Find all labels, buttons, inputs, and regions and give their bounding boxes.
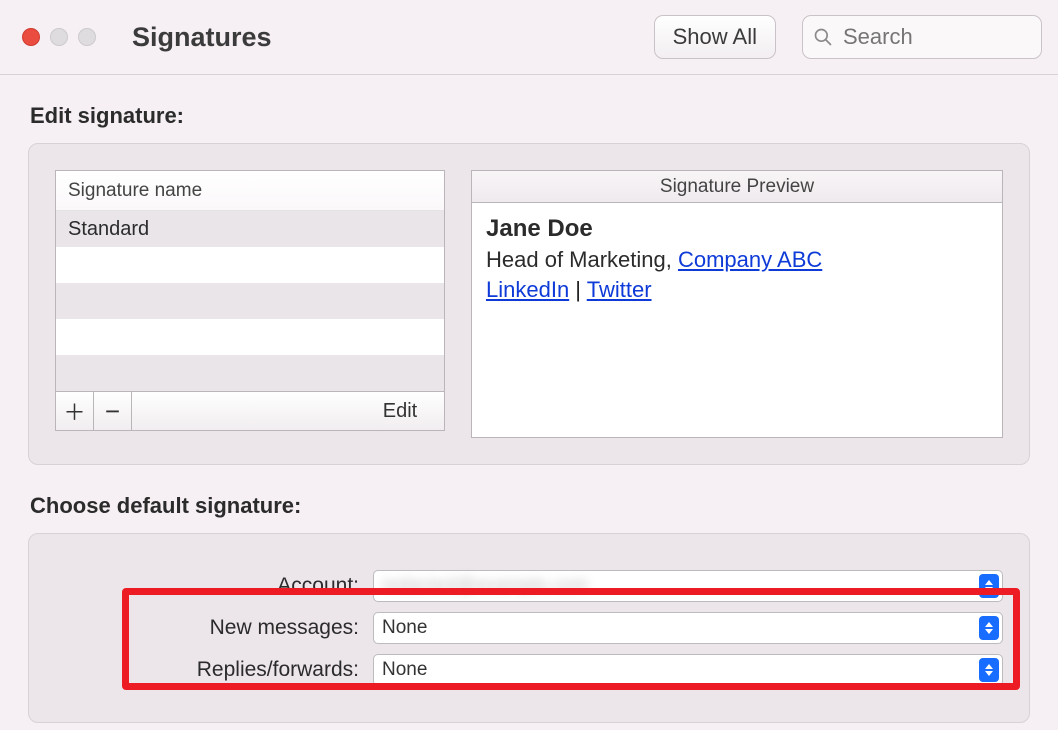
signature-list-rows: Standard . . . . [56,211,444,391]
preview-company-link[interactable]: Company ABC [678,247,822,272]
edit-signature-button[interactable]: Edit [356,392,444,430]
new-messages-row: New messages: None [55,612,1003,644]
signature-row-empty: . [56,247,444,283]
search-input[interactable] [841,23,1031,51]
choose-default-label: Choose default signature: [0,465,1058,533]
signature-row-empty: . [56,319,444,355]
signature-list: Signature name Standard . . . . ＋ − Edit [55,170,445,431]
preview-separator: | [569,277,587,302]
signature-row-empty: . [56,355,444,391]
window-title: Signatures [132,22,272,53]
minus-icon: − [105,398,120,424]
default-signature-panel: Account: redacted@example.com New messag… [28,533,1030,723]
signature-row-empty: . [56,283,444,319]
signature-row[interactable]: Standard [56,211,444,247]
replies-value: None [382,659,427,681]
preview-social-line: LinkedIn | Twitter [486,275,988,305]
search-icon [813,27,833,47]
toolbar-spacer [132,392,356,430]
preview-role: Head of Marketing, [486,247,678,272]
preview-role-line: Head of Marketing, Company ABC [486,245,988,275]
edit-signature-label: Edit signature: [0,75,1058,143]
account-row: Account: redacted@example.com [55,570,1003,602]
replies-row: Replies/forwards: None [55,654,1003,686]
signature-preview-body: Jane Doe Head of Marketing, Company ABC … [472,203,1002,315]
account-select[interactable]: redacted@example.com [373,570,1003,602]
account-label: Account: [55,574,365,598]
titlebar: Signatures Show All [0,0,1058,75]
plus-icon: ＋ [63,395,85,427]
window-controls [22,28,118,46]
new-messages-value: None [382,617,427,639]
preview-linkedin-link[interactable]: LinkedIn [486,277,569,302]
replies-label: Replies/forwards: [55,658,365,682]
preview-name: Jane Doe [486,213,988,245]
new-messages-label: New messages: [55,616,365,640]
signature-list-header: Signature name [56,171,444,211]
close-window-button[interactable] [22,28,40,46]
show-all-button[interactable]: Show All [654,15,776,59]
replies-select[interactable]: None [373,654,1003,686]
add-signature-button[interactable]: ＋ [56,392,94,430]
select-arrows-icon [979,574,999,598]
preview-twitter-link[interactable]: Twitter [587,277,652,302]
new-messages-select[interactable]: None [373,612,1003,644]
minimize-window-button[interactable] [50,28,68,46]
signature-preview: Signature Preview Jane Doe Head of Marke… [471,170,1003,438]
account-value: redacted@example.com [382,575,588,597]
signature-list-toolbar: ＋ − Edit [55,391,445,431]
search-field[interactable] [802,15,1042,59]
edit-signature-panel: Signature name Standard . . . . ＋ − Edit [28,143,1030,465]
select-arrows-icon [979,658,999,682]
zoom-window-button[interactable] [78,28,96,46]
signature-preview-header: Signature Preview [472,171,1002,203]
remove-signature-button[interactable]: − [94,392,132,430]
select-arrows-icon [979,616,999,640]
